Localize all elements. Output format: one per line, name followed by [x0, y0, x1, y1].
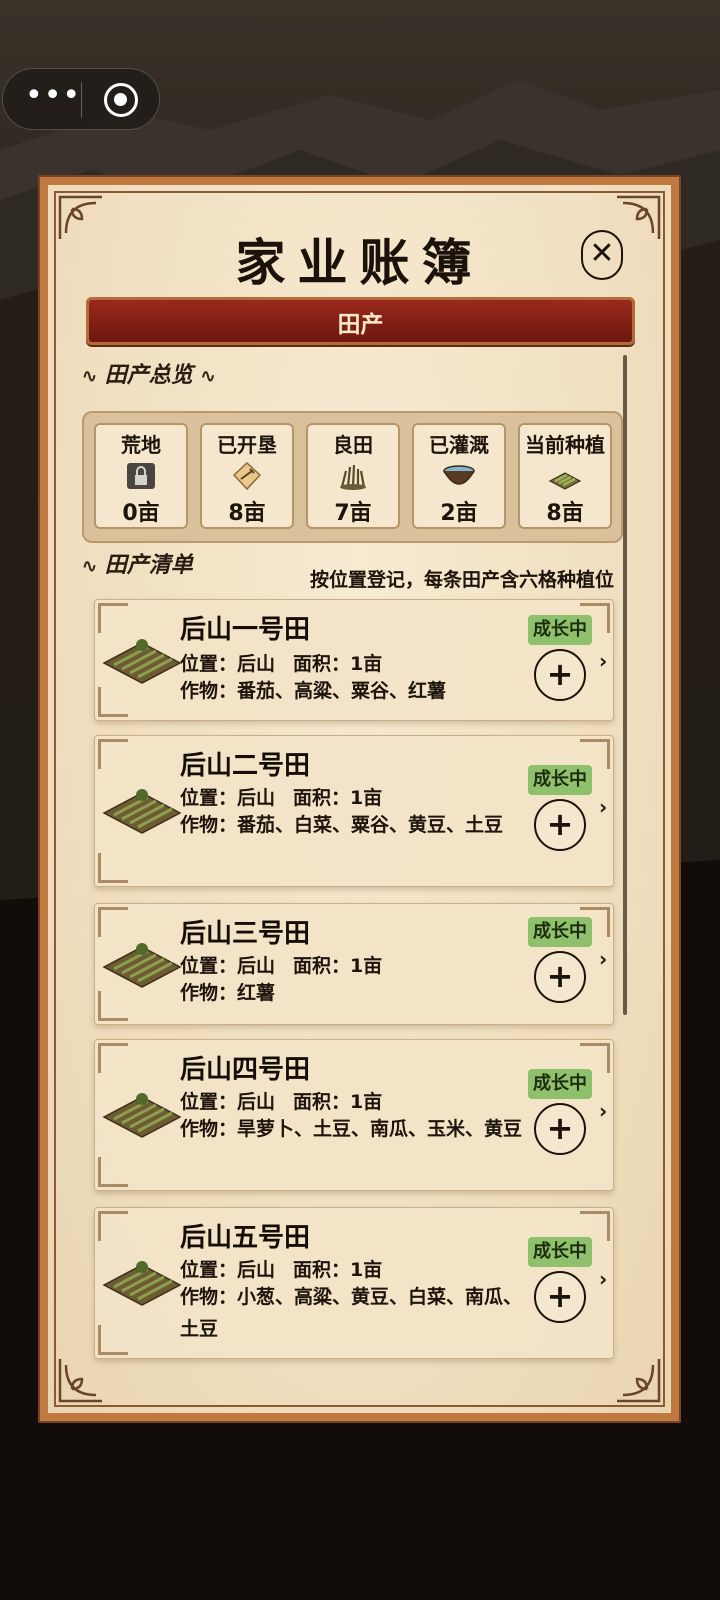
field-info: 位置：后山 面积：1亩	[180, 1091, 383, 1113]
field-card[interactable]: 后山三号田 位置：后山 面积：1亩 作物：红薯 成长中 + ›	[94, 903, 614, 1025]
chevron-right-icon[interactable]: ›	[599, 1099, 607, 1123]
field-card[interactable]: 后山二号田 位置：后山 面积：1亩 作物：番茄、白菜、粟谷、黄豆、土豆 成长中 +…	[94, 735, 614, 887]
stat-fertile: 良田 7亩	[306, 423, 400, 529]
field-plot-icon	[102, 1093, 182, 1138]
stat-wasteland: 荒地 0亩	[94, 423, 188, 529]
close-button[interactable]: ✕	[581, 230, 623, 280]
stat-reclaimed: 已开垦 8亩	[200, 423, 294, 529]
field-name: 后山三号田	[180, 919, 311, 949]
field-plot-icon	[102, 1261, 182, 1306]
field-plot-icon	[102, 639, 182, 684]
stat-irrigated: 已灌溉 2亩	[412, 423, 506, 529]
water-bowl-icon	[443, 465, 475, 485]
chevron-right-icon[interactable]: ›	[599, 795, 607, 819]
field-crops: 作物：红薯	[180, 982, 276, 1004]
field-plot-icon	[102, 789, 182, 834]
overview-heading: ∿ 田产总览 ∿	[82, 362, 216, 388]
field-name: 后山一号田	[180, 615, 311, 645]
tab-label: 田产	[337, 312, 384, 338]
chevron-right-icon[interactable]: ›	[599, 947, 607, 971]
target-circle-icon[interactable]	[104, 83, 138, 117]
field-plot-icon	[102, 943, 182, 988]
field-info: 位置：后山 面积：1亩	[180, 653, 383, 675]
corner-ornament-icon	[617, 1359, 661, 1403]
capsule-divider	[81, 82, 82, 118]
field-info: 位置：后山 面积：1亩	[180, 787, 383, 809]
stat-planted: 当前种植 8亩	[518, 423, 612, 529]
field-name: 后山五号田	[180, 1223, 311, 1253]
grass-tuft-icon	[340, 464, 366, 490]
field-crops: 作物：旱萝卜、土豆、南瓜、玉米、黄豆	[180, 1118, 523, 1140]
add-crop-button[interactable]: +	[534, 799, 586, 851]
add-crop-button[interactable]: +	[534, 1271, 586, 1323]
tab-field-property[interactable]: 田产	[86, 297, 635, 345]
field-card[interactable]: 后山四号田 位置：后山 面积：1亩 作物：旱萝卜、土豆、南瓜、玉米、黄豆 成长中 …	[94, 1039, 614, 1191]
status-badge: 成长中	[528, 1069, 592, 1099]
field-crops: 作物：小葱、高粱、黄豆、白菜、南瓜、土豆	[180, 1286, 523, 1340]
field-crops: 作物：番茄、白菜、粟谷、黄豆、土豆	[180, 814, 504, 836]
more-dots-icon[interactable]: •••	[25, 81, 80, 111]
miniprogram-capsule: •••	[2, 68, 160, 130]
swirl-ornament-icon: ∿	[82, 556, 98, 577]
ledger-panel: 家业账簿 ✕ 田产 ∿ 田产总览 ∿ 荒地 0亩 已开垦 8亩 良田 7亩 已灌…	[38, 175, 681, 1423]
close-icon: ✕	[589, 236, 615, 271]
add-crop-button[interactable]: +	[534, 951, 586, 1003]
add-crop-button[interactable]: +	[534, 649, 586, 701]
crop-field-icon	[548, 472, 582, 490]
status-badge: 成长中	[528, 1237, 592, 1267]
field-card[interactable]: 后山五号田 位置：后山 面积：1亩 作物：小葱、高粱、黄豆、白菜、南瓜、土豆 成长…	[94, 1207, 614, 1359]
corner-ornament-icon	[58, 1359, 102, 1403]
field-info: 位置：后山 面积：1亩	[180, 955, 383, 977]
field-name: 后山四号田	[180, 1055, 311, 1085]
list-note: 按位置登记，每条田产含六格种植位	[310, 569, 615, 591]
lock-icon	[127, 463, 155, 489]
field-info: 位置：后山 面积：1亩	[180, 1259, 383, 1281]
field-card[interactable]: 后山一号田 位置：后山 面积：1亩 作物：番茄、高粱、粟谷、红薯 成长中 + ›	[94, 599, 614, 721]
overview-summary: 荒地 0亩 已开垦 8亩 良田 7亩 已灌溉 2亩 当前种植 8亩	[82, 411, 623, 543]
status-badge: 成长中	[528, 917, 592, 947]
chevron-right-icon[interactable]: ›	[599, 649, 607, 673]
list-heading: ∿ 田产清单	[82, 552, 193, 578]
field-name: 后山二号田	[180, 751, 311, 781]
status-badge: 成长中	[528, 765, 592, 795]
field-crops: 作物：番茄、高粱、粟谷、红薯	[180, 680, 447, 702]
add-crop-button[interactable]: +	[534, 1103, 586, 1155]
hoe-sign-icon	[232, 461, 262, 491]
swirl-ornament-icon: ∿	[200, 366, 216, 387]
chevron-right-icon[interactable]: ›	[599, 1267, 607, 1291]
scrollbar[interactable]	[623, 355, 627, 1015]
swirl-ornament-icon: ∿	[82, 366, 98, 387]
status-badge: 成长中	[528, 615, 592, 645]
